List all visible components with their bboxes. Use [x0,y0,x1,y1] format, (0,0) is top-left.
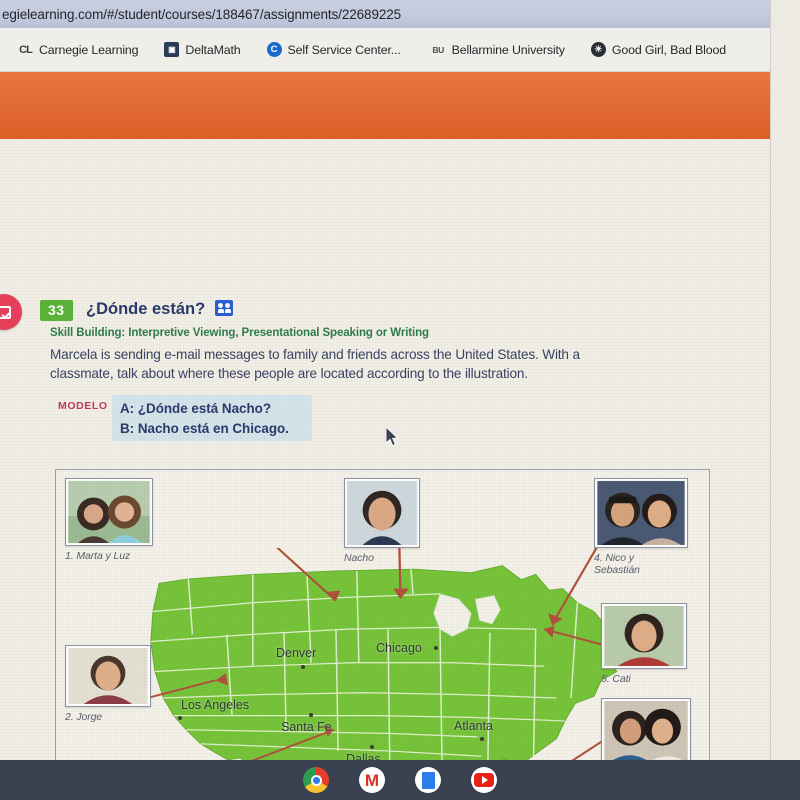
bookmark-good-girl-bad-blood[interactable]: ☀ Good Girl, Bad Blood [590,42,726,57]
city-dot-dallas [370,745,374,749]
modelo-line-a: A: ¿Dónde está Nacho? [120,401,272,416]
illustration-panel: Denver Chicago Los Angeles Santa Fe Dall… [55,469,710,800]
photo-frame [594,478,688,548]
bookmark-bellarmine-university[interactable]: BU Bellarmine University [431,42,565,57]
carnegie-learning-icon: CL [19,43,33,56]
city-label-los-angeles: Los Angeles [181,698,250,712]
bookmark-label: Self Service Center... [287,42,401,57]
city-label-denver: Denver [276,646,317,660]
google-docs-icon[interactable] [415,767,441,793]
photo-card-jorge: 2. Jorge [65,645,155,723]
city-label-atlanta: Atlanta [454,719,493,733]
city-label-chicago: Chicago [376,641,422,655]
os-taskbar: M [0,760,800,800]
bookmark-self-service-center[interactable]: C Self Service Center... [266,42,401,57]
city-dot-santa-fe [309,713,313,717]
bookmark-label: Carnegie Learning [39,42,139,57]
exercise-prompt: Marcela is sending e-mail messages to fa… [50,347,580,381]
bookmark-carnegie-learning[interactable]: CL Carnegie Learning [18,42,138,57]
modelo-dialogue: A: ¿Dónde está Nacho? B: Nacho está en C… [120,399,289,439]
deltamath-icon: ▣ [164,42,180,57]
banner-gradient-overlay [0,72,770,139]
photo-card-nacho: Nacho [344,478,422,564]
photo-frame [65,478,153,546]
photo-frame [601,698,691,766]
photo-caption: 2. Jorge [65,711,103,723]
url-text: egielearning.com/#/student/courses/18846… [2,6,402,22]
city-dot-chicago [434,646,438,650]
photo-card-cati: 5. Cati [601,603,691,685]
assignment-status-icon[interactable] [0,294,22,330]
city-dot-atlanta [480,737,484,741]
bookmark-label: Bellarmine University [451,42,565,57]
exercise-number-badge: 33 [40,300,73,321]
gmail-icon[interactable]: M [359,767,385,793]
mouse-cursor [386,427,399,447]
photo-nico-y-sebastian [597,481,685,545]
good-girl-bad-blood-icon: ☀ [590,42,606,57]
chrome-icon[interactable] [303,767,329,793]
photo-mi-mama [604,701,688,763]
page-right-gutter [770,0,800,760]
photo-frame [601,603,687,669]
photo-caption: 4. Nico y Sebastián [594,552,640,576]
photo-frame [65,645,151,707]
photo-cati [604,606,684,666]
photo-jorge [68,648,148,704]
pair-work-icon [215,300,233,316]
photo-marta-y-luz [68,481,150,543]
self-service-center-icon: C [266,42,282,57]
youtube-icon[interactable] [471,767,497,793]
worksheet-page: 33 ¿Dónde están? Skill Building: Interpr… [0,139,770,800]
screen: egielearning.com/#/student/courses/18846… [0,0,800,800]
bookmark-deltamath[interactable]: ▣ DeltaMath [164,42,241,57]
skill-building-line: Skill Building: Interpretive Viewing, Pr… [50,327,429,339]
city-label-santa-fe: Santa Fe [281,720,332,734]
photo-card-marta-y-luz: 1. Marta y Luz [65,478,157,562]
bookmark-label: DeltaMath [185,42,241,57]
checkmark-icon [0,305,11,319]
browser-address-bar[interactable]: egielearning.com/#/student/courses/18846… [0,0,800,28]
city-dot-los-angeles [178,716,182,720]
modelo-line-b: B: Nacho está en Chicago. [120,421,289,436]
photo-caption: Nacho [344,552,374,564]
photo-card-nico-y-sebastian: 4. Nico y Sebastián [594,478,694,576]
city-dot-denver [301,665,305,669]
photo-caption: 1. Marta y Luz [65,550,131,562]
photo-frame [344,478,420,548]
photo-nacho [347,481,417,545]
photo-caption: 5. Cati [601,673,631,685]
modelo-label: MODELO [58,400,108,412]
bookmarks-bar: CL Carnegie Learning ▣ DeltaMath C Self … [0,28,800,72]
bookmark-label: Good Girl, Bad Blood [611,42,726,57]
exercise-title: ¿Dónde están? [86,300,206,318]
bellarmine-university-icon: BU [432,44,444,55]
